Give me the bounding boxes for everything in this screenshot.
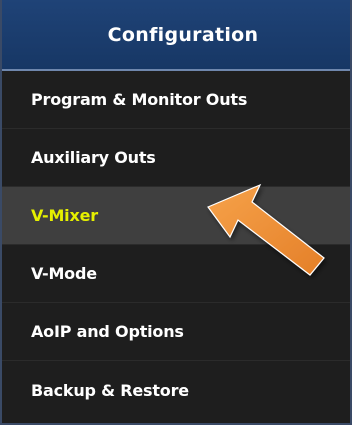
menu-item-v-mode[interactable]: V-Mode bbox=[2, 245, 350, 303]
menu-item-aoip-options[interactable]: AoIP and Options bbox=[2, 303, 350, 361]
menu-item-label: AoIP and Options bbox=[31, 322, 184, 341]
menu-header: Configuration bbox=[2, 0, 350, 71]
menu-item-label: Auxiliary Outs bbox=[31, 148, 156, 167]
configuration-menu: Configuration Program & Monitor Outs Aux… bbox=[0, 0, 352, 425]
menu-item-label: Backup & Restore bbox=[31, 380, 189, 400]
menu-item-auxiliary-outs[interactable]: Auxiliary Outs bbox=[2, 129, 350, 187]
menu-item-label: Program & Monitor Outs bbox=[31, 90, 248, 109]
menu-item-backup-restore[interactable]: Backup & Restore bbox=[2, 361, 350, 419]
menu-item-v-mixer[interactable]: V-Mixer bbox=[2, 187, 350, 245]
menu-item-label: V-Mode bbox=[31, 264, 97, 283]
menu-item-program-monitor-outs[interactable]: Program & Monitor Outs bbox=[2, 71, 350, 129]
menu-item-label: V-Mixer bbox=[31, 206, 98, 225]
menu-header-title: Configuration bbox=[107, 23, 259, 46]
